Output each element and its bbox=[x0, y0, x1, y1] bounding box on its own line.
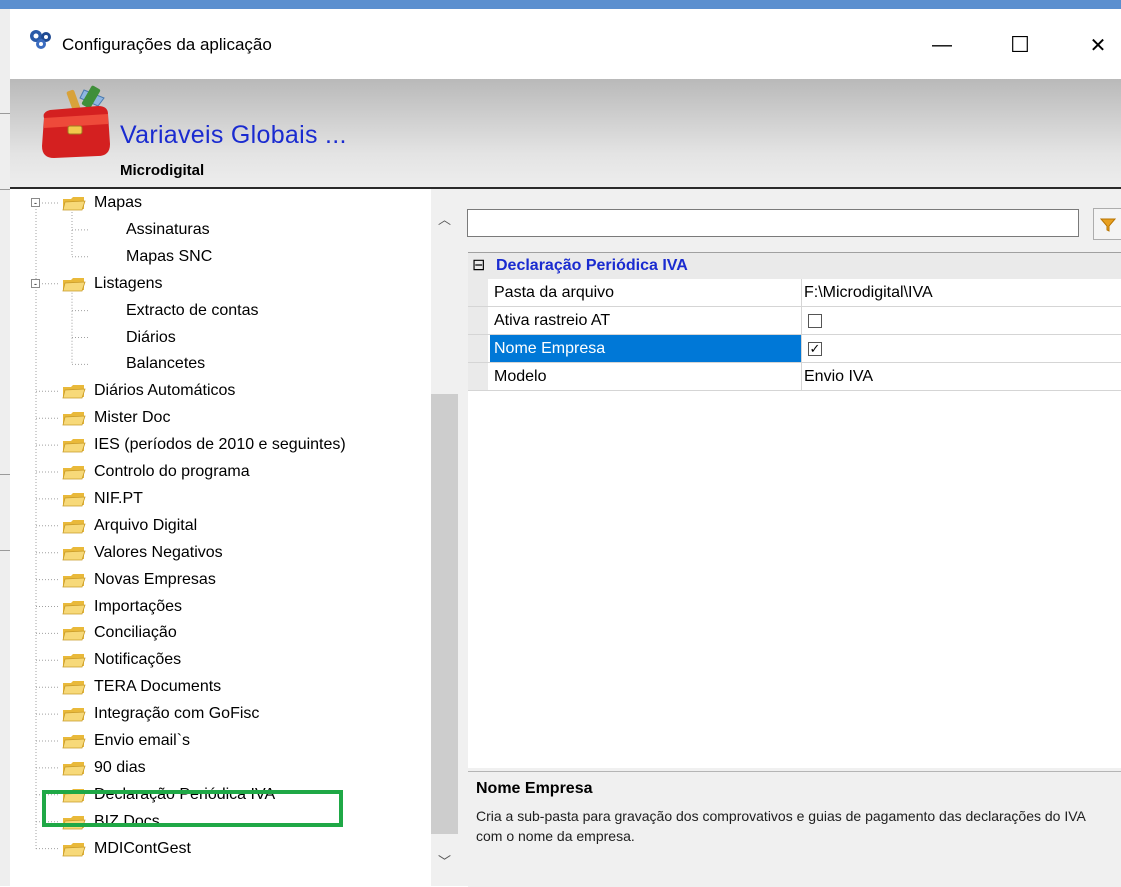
tree-item[interactable]: Mapas bbox=[94, 190, 142, 216]
window-title: Configurações da aplicação bbox=[62, 35, 272, 54]
folder-icon bbox=[62, 627, 86, 641]
folder-icon bbox=[62, 546, 86, 561]
tree-item[interactable]: IES (períodos de 2010 e seguintes) bbox=[94, 432, 346, 458]
property-checkbox[interactable]: ✓ bbox=[808, 342, 822, 356]
tree-subitem[interactable]: Assinaturas bbox=[126, 217, 210, 243]
folder-icon bbox=[62, 492, 86, 507]
property-row[interactable]: Modelo Envio IVA bbox=[468, 363, 1121, 391]
row-gutter bbox=[468, 335, 488, 362]
tree-item[interactable]: Notificações bbox=[94, 647, 181, 673]
header-subtitle: Microdigital bbox=[120, 162, 205, 179]
folder-icon bbox=[62, 600, 86, 614]
tree-item[interactable]: Conciliação bbox=[94, 620, 177, 646]
property-row[interactable]: Pasta da arquivo F:\Microdigital\IVA bbox=[468, 279, 1121, 307]
close-button[interactable]: ✕ bbox=[1068, 20, 1121, 70]
tree-item[interactable]: NIF.PT bbox=[94, 486, 143, 512]
tree-item[interactable]: Novas Empresas bbox=[94, 567, 216, 593]
property-name[interactable]: Modelo bbox=[490, 363, 802, 390]
settings-tree[interactable]: - Mapas Assinaturas Mapas SNC - Listagens Extr… bbox=[10, 189, 431, 886]
property-row[interactable]: Ativa rastreio AT bbox=[468, 307, 1121, 335]
header-title: Variaveis Globais ... bbox=[120, 121, 347, 149]
tree-subitem[interactable]: Extracto de contas bbox=[126, 298, 259, 324]
tree-item[interactable]: Arquivo Digital bbox=[94, 513, 197, 539]
row-gutter bbox=[468, 279, 488, 306]
category-label: Declaração Periódica IVA bbox=[496, 257, 688, 274]
filter-button[interactable] bbox=[1093, 208, 1121, 240]
property-row[interactable]: Nome Empresa ✓ bbox=[468, 335, 1121, 363]
property-filter-input[interactable] bbox=[467, 209, 1079, 237]
folder-icon bbox=[62, 385, 86, 399]
tree-item[interactable]: Valores Negativos bbox=[94, 540, 223, 566]
row-gutter bbox=[468, 307, 488, 334]
property-checkbox[interactable] bbox=[808, 314, 822, 328]
tree-item[interactable]: Envio email`s bbox=[94, 728, 190, 754]
minimize-button[interactable]: — bbox=[912, 20, 972, 70]
description-text: Cria a sub-pasta para gravação dos compr… bbox=[476, 808, 1086, 844]
maximize-button[interactable]: ☐ bbox=[990, 20, 1050, 70]
tree-item[interactable]: Mister Doc bbox=[94, 405, 170, 431]
folder-icon bbox=[62, 573, 86, 587]
folder-icon bbox=[62, 466, 86, 480]
tree-item[interactable]: MDIContGest bbox=[94, 836, 191, 862]
folder-icon bbox=[62, 681, 86, 695]
tree-item[interactable]: Integração com GoFisc bbox=[94, 701, 259, 727]
description-title: Nome Empresa bbox=[476, 780, 593, 797]
folder-icon bbox=[62, 761, 86, 776]
expand-toggle-icon[interactable]: - bbox=[31, 278, 40, 288]
property-name[interactable]: Ativa rastreio AT bbox=[490, 307, 802, 334]
scrollbar-thumb[interactable] bbox=[431, 394, 458, 834]
expand-toggle-icon[interactable]: - bbox=[31, 198, 40, 208]
folder-icon bbox=[62, 708, 86, 722]
property-value[interactable]: F:\Microdigital\IVA bbox=[804, 279, 933, 306]
category-row[interactable]: ⊟ Declaração Periódica IVA bbox=[468, 253, 1121, 279]
tree-item[interactable]: Diários Automáticos bbox=[94, 378, 235, 404]
scroll-up-arrow-icon[interactable]: ︿ bbox=[431, 209, 458, 231]
funnel-icon bbox=[1100, 218, 1116, 232]
property-grid: ⊟ Declaração Periódica IVA Pasta da arqu… bbox=[468, 252, 1121, 768]
tree-item[interactable]: 90 dias bbox=[94, 755, 146, 781]
toolbox-icon bbox=[42, 85, 110, 158]
property-name[interactable]: Nome Empresa bbox=[490, 335, 802, 362]
folder-icon bbox=[62, 519, 86, 534]
tree-item[interactable]: Controlo do programa bbox=[94, 459, 250, 485]
folder-icon bbox=[62, 735, 86, 749]
property-name[interactable]: Pasta da arquivo bbox=[490, 279, 802, 306]
window-top-border bbox=[0, 0, 1121, 9]
background-window-edge bbox=[0, 9, 10, 886]
folder-icon bbox=[62, 277, 86, 292]
folder-icon bbox=[62, 439, 86, 453]
collapse-toggle-icon[interactable]: ⊟ bbox=[472, 253, 485, 279]
folder-icon bbox=[62, 412, 86, 426]
tree-subitem[interactable]: Mapas SNC bbox=[126, 244, 212, 270]
tree-scrollbar[interactable]: ︿ ﹀ bbox=[431, 189, 458, 886]
tree-item[interactable]: Importações bbox=[94, 594, 182, 620]
scroll-down-arrow-icon[interactable]: ﹀ bbox=[431, 851, 458, 873]
app-gears-icon bbox=[30, 30, 51, 49]
row-gutter bbox=[468, 363, 488, 390]
tree-subitem[interactable]: Balancetes bbox=[126, 351, 205, 377]
folder-icon bbox=[62, 842, 86, 856]
tree-item[interactable]: TERA Documents bbox=[94, 674, 221, 700]
description-panel: Nome Empresa Cria a sub-pasta para grava… bbox=[468, 771, 1121, 887]
folder-icon bbox=[62, 197, 86, 211]
folder-icon bbox=[62, 654, 86, 668]
selection-highlight-box bbox=[42, 790, 343, 827]
tree-item[interactable]: Listagens bbox=[94, 271, 163, 297]
property-value[interactable]: Envio IVA bbox=[804, 363, 873, 390]
tree-subitem[interactable]: Diários bbox=[126, 325, 176, 351]
